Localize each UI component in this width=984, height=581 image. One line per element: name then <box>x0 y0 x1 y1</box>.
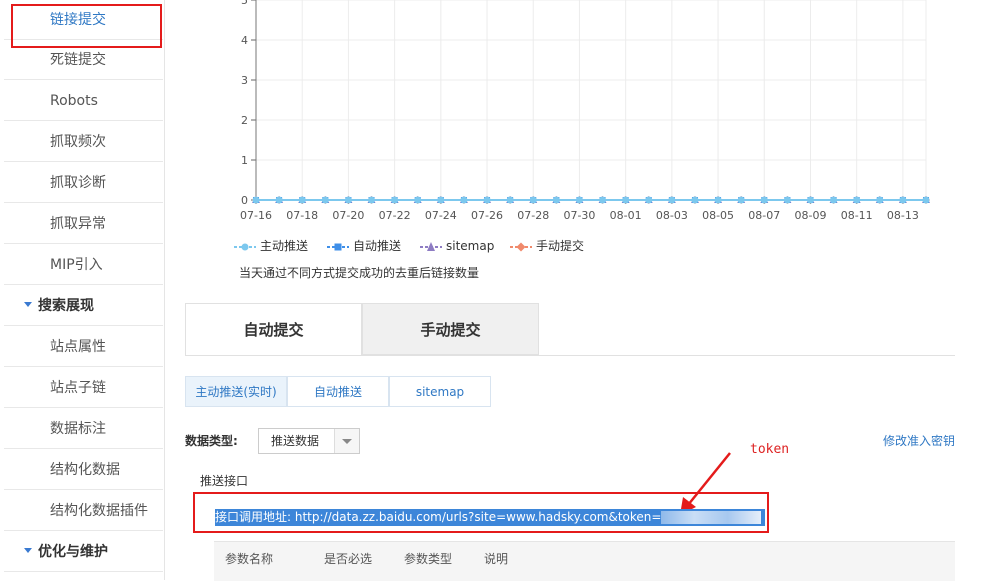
data-point <box>321 196 329 204</box>
data-point <box>599 196 607 204</box>
x-tick-label: 08-01 <box>610 209 642 222</box>
column-header: 参数名称 <box>225 552 274 566</box>
x-tick-label: 08-13 <box>887 209 919 222</box>
legend-square-icon <box>327 243 349 250</box>
api-url-label: 接口调用地址: <box>215 510 292 524</box>
data-point <box>876 196 884 204</box>
sidebar-item-structured-plugin[interactable]: 结构化数据插件 <box>4 491 163 531</box>
x-tick-label: 07-18 <box>286 209 318 222</box>
data-point <box>622 196 630 204</box>
legend-item[interactable]: 自动推送 <box>327 236 401 256</box>
chevron-down-icon[interactable] <box>334 429 359 453</box>
x-tick-label: 07-20 <box>332 209 364 222</box>
x-tick-label: 07-24 <box>425 209 457 222</box>
x-tick-label: 07-28 <box>517 209 549 222</box>
subtab-auto-push[interactable]: 自动推送 <box>287 376 389 407</box>
param-table-header: 参数名称 是否必选 参数类型 说明 <box>214 541 955 581</box>
token-redacted <box>661 511 762 524</box>
y-tick-label: 0 <box>241 194 248 207</box>
x-tick-label: 07-30 <box>563 209 595 222</box>
legend-circle-icon <box>234 243 256 250</box>
x-tick-label: 07-22 <box>379 209 411 222</box>
data-point <box>668 196 676 204</box>
column-header: 说明 <box>484 552 509 566</box>
data-point <box>368 196 376 204</box>
sidebar-section-label: 搜索展现 <box>38 298 94 314</box>
data-point <box>714 196 722 204</box>
sidebar-section-label: 优化与维护 <box>38 544 108 560</box>
tab-manual-submit[interactable]: 手动提交 <box>362 303 539 355</box>
data-point <box>737 196 745 204</box>
subtab-active-push[interactable]: 主动推送(实时) <box>185 376 287 407</box>
legend-item[interactable]: sitemap <box>420 236 494 256</box>
data-point <box>899 196 907 204</box>
sidebar-item-data-annotation[interactable]: 数据标注 <box>4 409 163 449</box>
sidebar-item-mip[interactable]: MIP引入 <box>4 245 163 285</box>
data-point <box>414 196 422 204</box>
y-tick-label: 4 <box>241 34 248 47</box>
data-point <box>645 196 653 204</box>
sidebar-section-optimize[interactable]: 优化与维护 <box>4 532 163 572</box>
push-api-title: 推送接口 <box>200 474 249 488</box>
x-tick-label: 08-05 <box>702 209 734 222</box>
legend-triangle-icon <box>420 241 442 251</box>
data-point <box>552 196 560 204</box>
x-tick-label: 08-07 <box>748 209 780 222</box>
data-type-select[interactable]: 推送数据 <box>258 428 360 454</box>
sidebar-section-search[interactable]: 搜索展现 <box>4 286 163 326</box>
data-point <box>691 196 699 204</box>
modify-key-link[interactable]: 修改准入密钥 <box>883 432 955 449</box>
data-point <box>760 196 768 204</box>
y-tick-label: 2 <box>241 114 248 127</box>
y-tick-label: 3 <box>241 74 248 87</box>
x-tick-label: 08-09 <box>794 209 826 222</box>
data-type-value: 推送数据 <box>271 434 320 448</box>
legend-label: 自动推送 <box>353 239 402 253</box>
sidebar-item-site-attributes[interactable]: 站点属性 <box>4 327 163 367</box>
legend-label: 主动推送 <box>260 239 309 253</box>
y-tick-label: 5 <box>241 0 248 7</box>
tab-auto-submit[interactable]: 自动提交 <box>185 303 362 355</box>
data-point <box>783 196 791 204</box>
subtab-sitemap[interactable]: sitemap <box>389 376 491 407</box>
data-point <box>853 196 861 204</box>
x-tick-label: 08-03 <box>656 209 688 222</box>
x-tick-label: 07-26 <box>471 209 503 222</box>
data-point <box>830 196 838 204</box>
legend-item[interactable]: 主动推送 <box>234 236 308 256</box>
data-point <box>460 196 468 204</box>
y-tick-label: 1 <box>241 154 248 167</box>
api-url-text[interactable]: 接口调用地址: http://data.zz.baidu.com/urls?si… <box>215 509 766 526</box>
tab-divider <box>185 355 955 356</box>
x-tick-label: 07-16 <box>240 209 272 222</box>
sidebar-item-sitelinks[interactable]: 站点子链 <box>4 368 163 408</box>
caret-down-icon <box>24 547 32 553</box>
legend-label: sitemap <box>446 239 495 253</box>
caret-down-icon <box>24 301 32 307</box>
data-point <box>391 196 399 204</box>
data-point <box>922 196 930 204</box>
sidebar-item-structured-data[interactable]: 结构化数据 <box>4 450 163 490</box>
legend-label: 手动提交 <box>536 239 585 253</box>
legend-diamond-icon <box>510 242 532 251</box>
data-type-label: 数据类型: <box>185 434 238 448</box>
column-header: 参数类型 <box>404 552 453 566</box>
x-tick-label: 08-11 <box>841 209 873 222</box>
data-point <box>252 196 260 204</box>
data-point <box>575 196 583 204</box>
data-point <box>275 196 283 204</box>
annotation-token-label: token <box>750 442 790 457</box>
data-point <box>529 196 537 204</box>
data-point <box>806 196 814 204</box>
data-point <box>344 196 352 204</box>
column-header: 是否必选 <box>324 552 373 566</box>
submission-line-chart: 0 1 2 3 4 5 07-16 07-18 07-20 07-22 07-24 07-26 07-2… <box>240 0 930 222</box>
data-point <box>437 196 445 204</box>
data-point <box>506 196 514 204</box>
data-point <box>298 196 306 204</box>
legend-item[interactable]: 手动提交 <box>510 236 584 256</box>
api-url-value: http://data.zz.baidu.com/urls?site=www.h… <box>294 510 662 524</box>
data-point <box>483 196 491 204</box>
chart-note: 当天通过不同方式提交成功的去重后链接数量 <box>239 266 480 280</box>
